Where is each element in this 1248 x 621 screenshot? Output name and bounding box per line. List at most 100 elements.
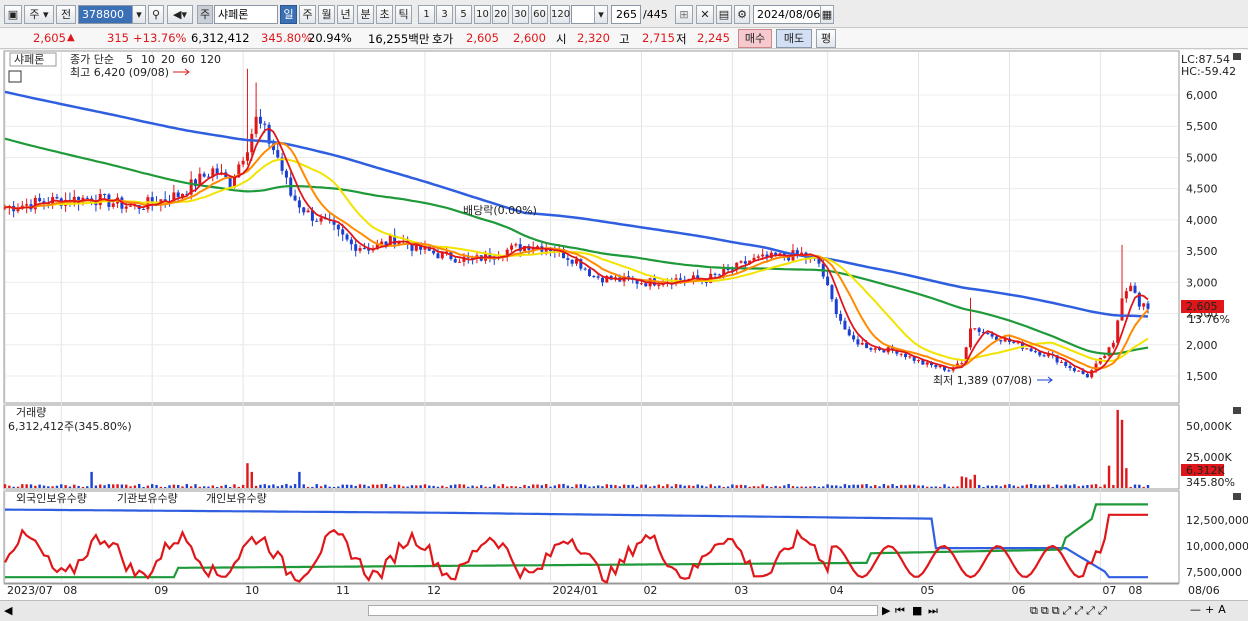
holding-panel-close-icon[interactable] bbox=[1233, 493, 1241, 500]
period-tab-1[interactable]: 주 bbox=[299, 5, 316, 24]
count-input[interactable]: 265 bbox=[611, 5, 641, 24]
bid-value: 2,600 bbox=[513, 31, 546, 45]
interval-120[interactable]: 120 bbox=[550, 5, 570, 24]
candle-body bbox=[657, 285, 661, 287]
volume-bar bbox=[198, 486, 202, 488]
candle-body bbox=[103, 193, 107, 195]
volume-bar bbox=[1008, 484, 1011, 488]
volume-bar bbox=[687, 485, 691, 488]
volume-bar bbox=[752, 486, 756, 488]
volume-bar bbox=[605, 484, 609, 488]
date-input[interactable]: 2024/08/06 bbox=[753, 5, 821, 24]
period-tab-3[interactable]: 년 bbox=[337, 5, 354, 24]
interval-5[interactable]: 5 bbox=[455, 5, 472, 24]
sound-icon[interactable]: ◀▾ bbox=[167, 5, 193, 24]
volume-bar bbox=[168, 485, 171, 488]
interval-3[interactable]: 3 bbox=[436, 5, 453, 24]
forward-icon[interactable]: ⏭ bbox=[928, 604, 938, 618]
interval-dropdown-icon[interactable]: ▾ bbox=[594, 5, 608, 24]
sell-button[interactable]: 매도 bbox=[776, 29, 812, 48]
table-icon[interactable] bbox=[8, 70, 22, 83]
grid-icon[interactable]: ⊞ bbox=[675, 5, 693, 24]
volume-bar bbox=[540, 485, 544, 488]
volume-bar bbox=[47, 486, 50, 488]
volume-bar bbox=[324, 484, 327, 488]
volume-bar bbox=[917, 485, 920, 488]
interval-30[interactable]: 30 bbox=[512, 5, 529, 24]
period-tab-6[interactable]: 틱 bbox=[395, 5, 412, 24]
volume-bar bbox=[163, 486, 167, 488]
volume-bar bbox=[904, 485, 907, 488]
candle-body bbox=[717, 274, 721, 276]
volume-bar bbox=[1107, 465, 1111, 488]
candle-body bbox=[834, 299, 838, 315]
calendar-icon[interactable]: ▦ bbox=[820, 5, 834, 24]
volume-bar bbox=[488, 486, 492, 488]
volume-bar bbox=[246, 463, 249, 488]
volume-bar bbox=[501, 484, 505, 488]
volume-bar bbox=[60, 484, 63, 488]
interval-60[interactable]: 60 bbox=[531, 5, 548, 24]
volume-bar bbox=[120, 484, 124, 488]
scroll-left-icon[interactable]: ◀ bbox=[4, 604, 12, 617]
buy-button[interactable]: 매수 bbox=[738, 29, 772, 48]
price-panel-close-icon[interactable] bbox=[1233, 53, 1241, 60]
volume-bar bbox=[354, 485, 357, 488]
volume-bar bbox=[250, 471, 253, 488]
volume-bar bbox=[55, 485, 59, 488]
volume-bar bbox=[1038, 485, 1041, 488]
interval-20[interactable]: 20 bbox=[492, 5, 509, 24]
period-tab-4[interactable]: 분 bbox=[357, 5, 374, 24]
stock-name-field[interactable]: 샤페론 bbox=[214, 5, 278, 24]
volume-bar bbox=[16, 486, 20, 488]
search-icon[interactable]: ⚲ bbox=[148, 5, 164, 24]
candle-body bbox=[293, 195, 297, 201]
price-chart-svg[interactable]: 6,0005,5005,0004,5004,0003,5003,0002,500… bbox=[0, 50, 1248, 600]
save-icon[interactable]: ▤ bbox=[716, 5, 732, 24]
chart-area[interactable]: 6,000 5,500 5,000 4,500 4,000 3,500 3,000 2,500… bbox=[0, 50, 1248, 600]
volume-bar bbox=[1073, 484, 1076, 488]
interval-10[interactable]: 10 bbox=[474, 5, 491, 24]
volume-bar bbox=[757, 486, 760, 488]
ma10-legend: 10 bbox=[141, 53, 155, 66]
eval-button[interactable]: 평 bbox=[816, 29, 836, 48]
rewind-icon[interactable]: ⏮ bbox=[895, 604, 905, 618]
holding-tick-1: 10,000,000 bbox=[1186, 540, 1248, 553]
prev-button[interactable]: 전 bbox=[56, 5, 76, 24]
volume-panel-close-icon[interactable] bbox=[1233, 407, 1241, 414]
ask-value: 2,605 bbox=[466, 31, 499, 45]
code-dropdown-icon[interactable]: ▾ bbox=[132, 5, 146, 24]
volume-bar bbox=[1012, 485, 1015, 488]
layout-icon[interactable]: ▣ bbox=[4, 5, 22, 24]
stock-code-input[interactable]: 378800 bbox=[78, 5, 138, 24]
volume-bar bbox=[523, 484, 526, 488]
candle-body bbox=[566, 258, 570, 260]
volume-bar bbox=[480, 485, 483, 488]
candle-body bbox=[596, 276, 600, 278]
scroll-thumb[interactable] bbox=[368, 605, 878, 616]
period-tab-0[interactable]: 일 bbox=[280, 5, 297, 24]
volume-bar bbox=[817, 486, 821, 488]
candle-body bbox=[999, 340, 1003, 342]
market-select[interactable]: 주 ▾ bbox=[24, 5, 54, 24]
candle-body bbox=[1085, 373, 1089, 378]
volume-bar bbox=[159, 486, 163, 488]
zoom-icons[interactable]: —+A bbox=[1190, 603, 1230, 616]
crosshair-icon[interactable]: ✕ bbox=[696, 5, 714, 24]
volume-bar bbox=[267, 485, 271, 488]
scroll-right-icon[interactable]: ▶ bbox=[882, 604, 890, 617]
tool-icons[interactable]: ⧉⧉⧉⤢⤢⤢⤢ bbox=[1030, 604, 1110, 618]
candle-body bbox=[1042, 355, 1046, 357]
volume-bar bbox=[744, 485, 747, 488]
interval-1[interactable]: 1 bbox=[418, 5, 435, 24]
volume-bar bbox=[432, 485, 435, 488]
volume-bar bbox=[553, 485, 557, 488]
gear-icon[interactable]: ⚙ bbox=[734, 5, 750, 24]
volume-bar bbox=[384, 484, 388, 488]
volume-bar bbox=[34, 485, 37, 488]
period-tab-5[interactable]: 초 bbox=[376, 5, 393, 24]
period-tab-2[interactable]: 월 bbox=[318, 5, 335, 24]
low-value: 2,245 bbox=[697, 31, 730, 45]
stop-icon[interactable]: ■ bbox=[912, 604, 922, 617]
candle-body bbox=[38, 197, 42, 202]
